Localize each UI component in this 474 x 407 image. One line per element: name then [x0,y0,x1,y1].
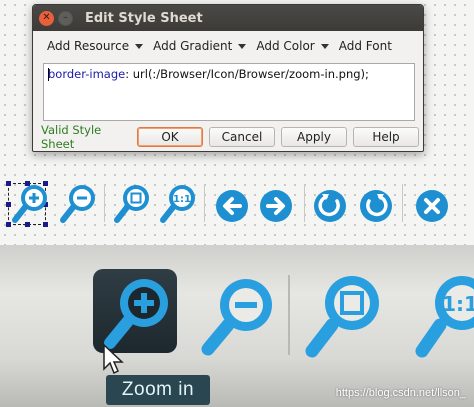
minimize-window-icon[interactable]: – [58,10,73,26]
zoom-in-icon[interactable] [10,180,50,228]
edit-style-sheet-dialog: ✕ – Edit Style Sheet Add Resource Add Gr… [32,4,424,152]
watermark-url: https://blog.csdn.net/llson_ [335,387,466,399]
svg-text:1:1: 1:1 [173,194,191,205]
close-icon[interactable] [414,180,450,228]
add-color-menu[interactable]: Add Color [256,39,329,53]
browser-icon-toolbar: 1:1 [0,180,474,230]
close-window-icon[interactable]: ✕ [39,10,54,26]
style-sheet-editor[interactable]: border-image: url(:/Browser/Icon/Browser… [43,63,415,121]
add-resource-label: Add Resource [47,39,130,53]
dialog-button-row: Valid Style Sheet OK Cancel Apply Help [41,123,421,151]
chevron-down-icon [135,43,144,49]
dialog-titlebar: ✕ – Edit Style Sheet [33,5,423,31]
rotate-right-icon[interactable] [358,180,394,228]
toolbar-separator [104,184,105,222]
zoom-actual-icon[interactable]: 1:1 [410,269,474,359]
svg-text:1:1: 1:1 [442,292,474,316]
toolbar-separator [204,184,205,222]
help-button[interactable]: Help [353,127,419,147]
add-gradient-label: Add Gradient [153,39,233,53]
add-font-button[interactable]: Add Font [339,39,392,53]
css-value: : url(:/Browser/Icon/Browser/zoom-in.png… [125,67,369,81]
rotate-left-icon[interactable] [312,180,348,228]
zoom-out-icon[interactable] [58,180,98,228]
zoomed-preview-photo: 1:1 Zoom in https://blog.csdn.net/llson_ [0,245,474,407]
chevron-down-icon [238,43,247,49]
toolbar-separator [304,184,305,222]
style-toolbar: Add Resource Add Gradient Add Color Add … [33,31,423,61]
zoom-fit-icon[interactable] [112,180,152,228]
forward-icon[interactable] [258,180,294,228]
chevron-down-icon [320,43,329,49]
back-icon[interactable] [214,180,250,228]
toolbar-separator [288,275,290,355]
add-color-label: Add Color [256,39,315,53]
dialog-title: Edit Style Sheet [85,10,203,26]
apply-button[interactable]: Apply [281,127,347,147]
cancel-button[interactable]: Cancel [209,127,275,147]
zoom-actual-icon[interactable]: 1:1 [158,180,198,228]
zoom-fit-icon[interactable] [300,269,386,359]
zoom-in-tooltip: Zoom in [106,375,210,405]
mouse-pointer-icon [103,343,124,375]
zoom-out-icon[interactable] [196,271,278,357]
toolbar-separator [402,184,403,222]
css-property: border-image [48,67,126,81]
add-gradient-menu[interactable]: Add Gradient [153,39,247,53]
validity-status: Valid Style Sheet [41,123,102,151]
add-resource-menu[interactable]: Add Resource [47,39,144,53]
zoom-in-icon[interactable] [98,271,176,351]
add-font-label: Add Font [338,39,392,53]
ok-button[interactable]: OK [137,127,203,147]
